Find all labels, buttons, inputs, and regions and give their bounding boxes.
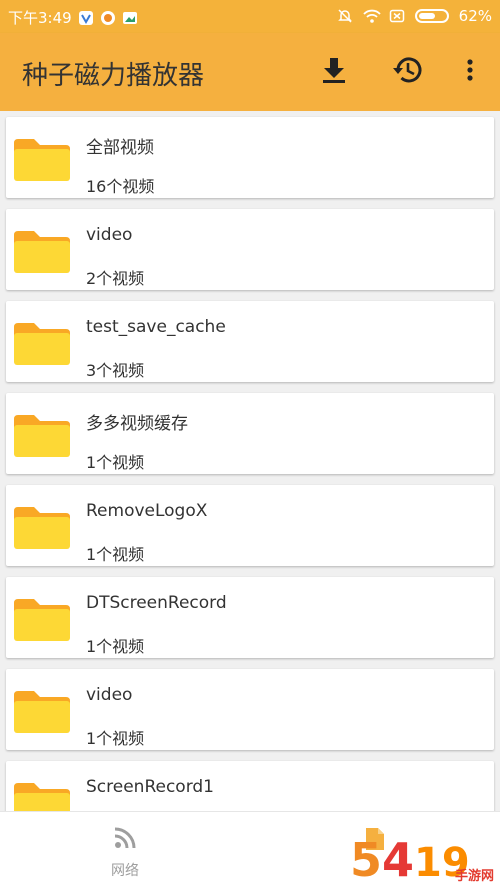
history-icon [391, 53, 425, 91]
folder-name: 多多视频缓存 [86, 414, 188, 434]
folder-video-count: 1个视频 [86, 453, 145, 472]
watermark-logo: 5 4 19 手游网 [346, 818, 496, 888]
battery-fill [418, 13, 435, 19]
folder-item-test-save-cache[interactable]: test_save_cache 3个视频 [6, 301, 494, 382]
folder-video-count: 1个视频 [86, 637, 145, 656]
svg-text:5: 5 [350, 833, 382, 887]
app-title: 种子磁力播放器 [22, 61, 205, 91]
folder-video-count: 16个视频 [86, 177, 155, 196]
wifi-icon [363, 8, 381, 24]
watermark-text: 手游网 [454, 869, 494, 884]
more-options-button[interactable] [450, 52, 490, 92]
tab-network-label: 网络 [111, 863, 139, 879]
folder-icon [12, 505, 72, 551]
folder-icon [12, 781, 72, 811]
folder-item-removelogox[interactable]: RemoveLogoX 1个视频 [6, 485, 494, 566]
folder-item-dtscreenrecord[interactable]: DTScreenRecord 1个视频 [6, 577, 494, 658]
image-notification-icon [122, 10, 138, 26]
folder-name: ScreenRecord1 [86, 777, 214, 797]
no-sim-icon [389, 8, 405, 24]
folder-item-screenrecord1[interactable]: ScreenRecord1 [6, 761, 494, 811]
folder-name: video [86, 225, 133, 245]
status-bar: 下午3:49 62% [0, 0, 500, 33]
folder-icon [12, 413, 72, 459]
folder-icon [12, 689, 72, 735]
folder-name: RemoveLogoX [86, 501, 208, 521]
more-vert-icon [466, 58, 474, 86]
bottom-navigation: 网络 5 4 19 手游网 [0, 811, 500, 890]
folder-video-count: 3个视频 [86, 361, 145, 380]
folder-name: 全部视频 [86, 138, 154, 158]
folder-name: test_save_cache [86, 317, 226, 337]
tab-network[interactable]: 网络 [0, 812, 250, 890]
download-icon [319, 55, 349, 89]
folder-video-count: 1个视频 [86, 729, 145, 748]
app-notification-icon [100, 10, 116, 26]
folder-item-all-videos[interactable]: 全部视频 16个视频 [6, 117, 494, 198]
rss-feed-icon [113, 826, 137, 854]
shield-icon [78, 10, 94, 26]
download-button[interactable] [314, 52, 354, 92]
silent-bell-icon [337, 8, 353, 24]
folder-name: video [86, 685, 133, 705]
folder-name: DTScreenRecord [86, 593, 227, 613]
folder-item-duoduo-cache[interactable]: 多多视频缓存 1个视频 [6, 393, 494, 474]
battery-icon [414, 9, 449, 23]
folder-list[interactable]: 全部视频 16个视频 video 2个视频 test_save_cache 3个… [0, 111, 500, 811]
folder-item-video[interactable]: video 2个视频 [6, 209, 494, 290]
svg-text:4: 4 [382, 833, 414, 887]
folder-video-count: 2个视频 [86, 269, 145, 288]
folder-icon [12, 137, 72, 183]
battery-percent: 62% [458, 7, 492, 25]
app-bar: 种子磁力播放器 [0, 33, 500, 111]
status-time: 下午3:49 [8, 9, 72, 27]
folder-icon [12, 597, 72, 643]
folder-icon [12, 321, 72, 367]
folder-video-count: 1个视频 [86, 545, 145, 564]
folder-icon [12, 229, 72, 275]
history-button[interactable] [388, 52, 428, 92]
folder-item-video-2[interactable]: video 1个视频 [6, 669, 494, 750]
